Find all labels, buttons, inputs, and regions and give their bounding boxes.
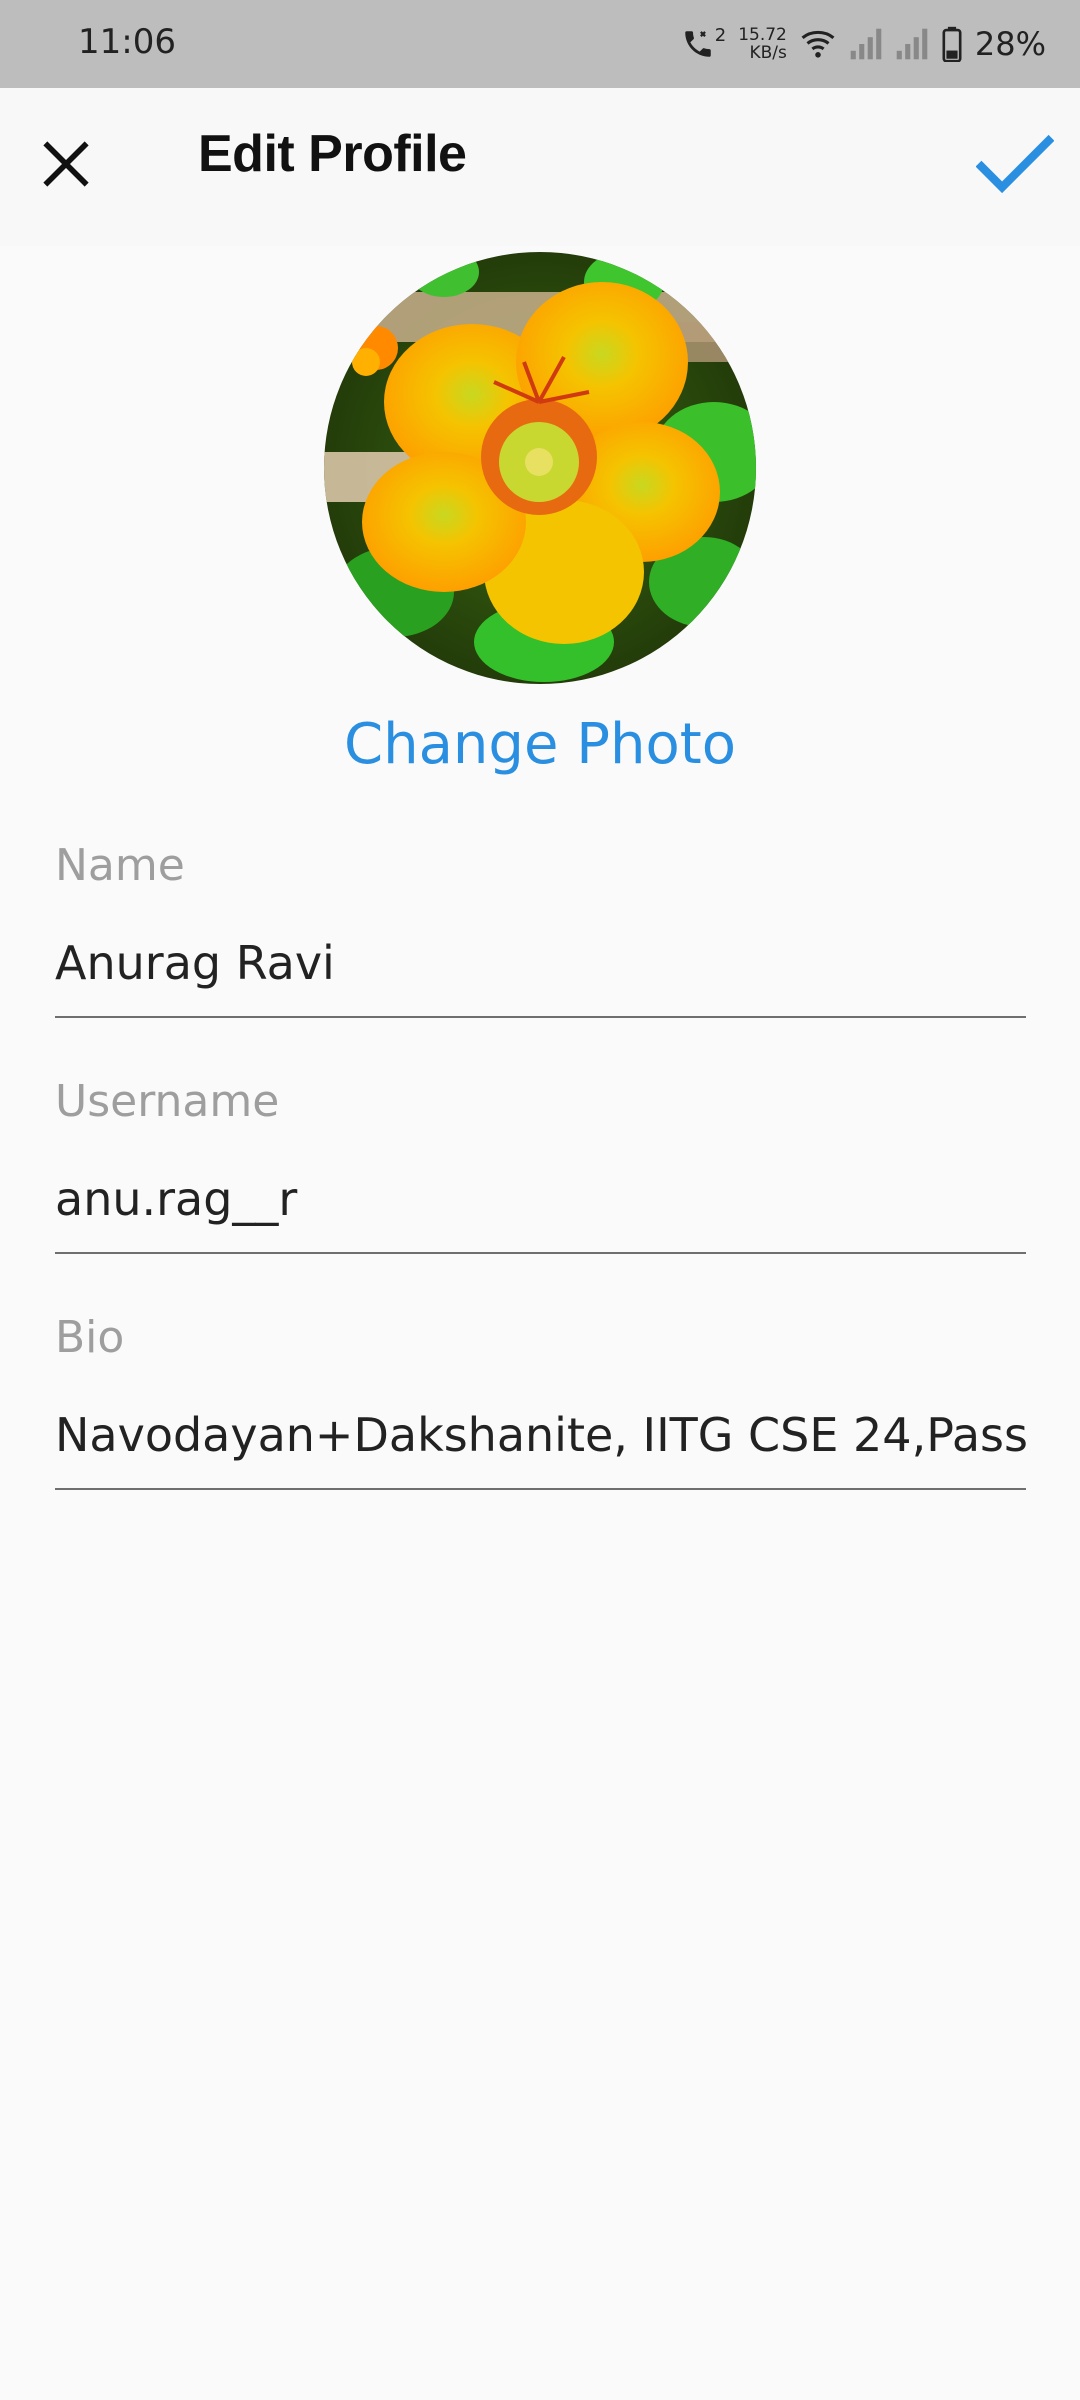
avatar[interactable] [324,252,756,684]
username-underline [55,1252,1026,1254]
network-speed: 15.72 KB/s [738,26,787,62]
app-bar: Edit Profile [0,88,1080,246]
status-bar: 11:06 2 15.72 KB/s 28% [0,0,1080,88]
status-icons: 2 15.72 KB/s 28% [681,18,1046,70]
save-button[interactable] [970,124,1060,204]
username-label: Username [55,1076,280,1127]
close-icon [43,141,89,187]
page-title: Edit Profile [198,125,467,183]
bio-input[interactable]: Navodayan+Dakshanite, IITG CSE 24,Passio… [55,1408,1026,1462]
signal-icon [895,27,929,61]
username-field: Username anu.rag__r [55,1076,1026,1256]
bio-field: Bio Navodayan+Dakshanite, IITG CSE 24,Pa… [55,1312,1026,1492]
bio-label: Bio [55,1312,125,1363]
battery-icon [941,26,963,62]
call-sim-number: 2 [714,25,727,46]
signal-icon [849,27,883,61]
wifi-icon [799,27,837,61]
call-icon: 2 [681,25,727,61]
name-underline [55,1016,1026,1018]
battery-percent: 28% [974,25,1046,63]
name-field: Name Anurag Ravi [55,840,1026,1020]
name-label: Name [55,840,185,891]
speed-value: 15.72 [738,25,787,45]
speed-unit: KB/s [749,43,787,63]
username-input[interactable]: anu.rag__r [55,1172,1026,1226]
bio-underline [55,1488,1026,1490]
name-input[interactable]: Anurag Ravi [55,936,1026,990]
change-photo-button[interactable]: Change Photo [0,712,1080,777]
profile-photo [324,252,756,684]
check-icon [976,134,1054,194]
close-button[interactable] [30,128,102,200]
status-time: 11:06 [78,22,176,62]
